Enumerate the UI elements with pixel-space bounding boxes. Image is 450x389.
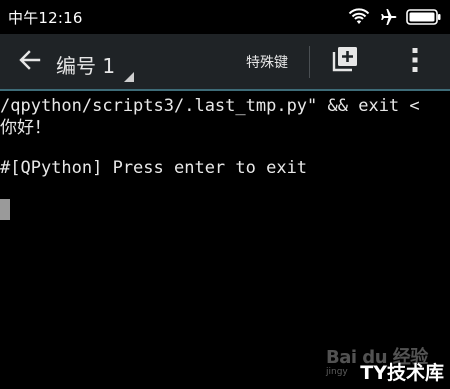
overflow-menu-button[interactable] [404, 47, 426, 77]
terminal-line: #[QPython] Press enter to exit [0, 158, 308, 178]
battery-icon [406, 8, 442, 26]
add-window-icon [332, 46, 358, 76]
terminal-line: /qpython/scripts3/.last_tmp.py" && exit … [0, 96, 420, 116]
wifi-icon [348, 8, 370, 26]
status-time: 中午12:16 [8, 9, 83, 27]
back-button[interactable] [16, 48, 44, 76]
terminal-line: 你好！ [0, 118, 51, 138]
terminal-cursor [0, 199, 10, 220]
special-keys-button[interactable]: 特殊键 [246, 50, 288, 74]
status-icons [348, 7, 442, 27]
spinner-triangle-icon [124, 72, 134, 82]
watermark-site: TY技术库 [360, 362, 444, 384]
toolbar-divider [309, 46, 310, 78]
arrow-left-icon [19, 50, 41, 74]
airplane-mode-icon [379, 8, 397, 26]
new-window-button[interactable] [330, 46, 360, 76]
more-vert-icon [412, 47, 418, 77]
watermark: Bai du 经验 jingy TY技术库 [326, 337, 444, 385]
session-spinner[interactable]: 编号 1 [56, 42, 138, 82]
status-bar: 中午12:16 [0, 0, 450, 34]
session-label: 编号 1 [56, 54, 116, 78]
watermark-sub: jingy [326, 367, 348, 377]
